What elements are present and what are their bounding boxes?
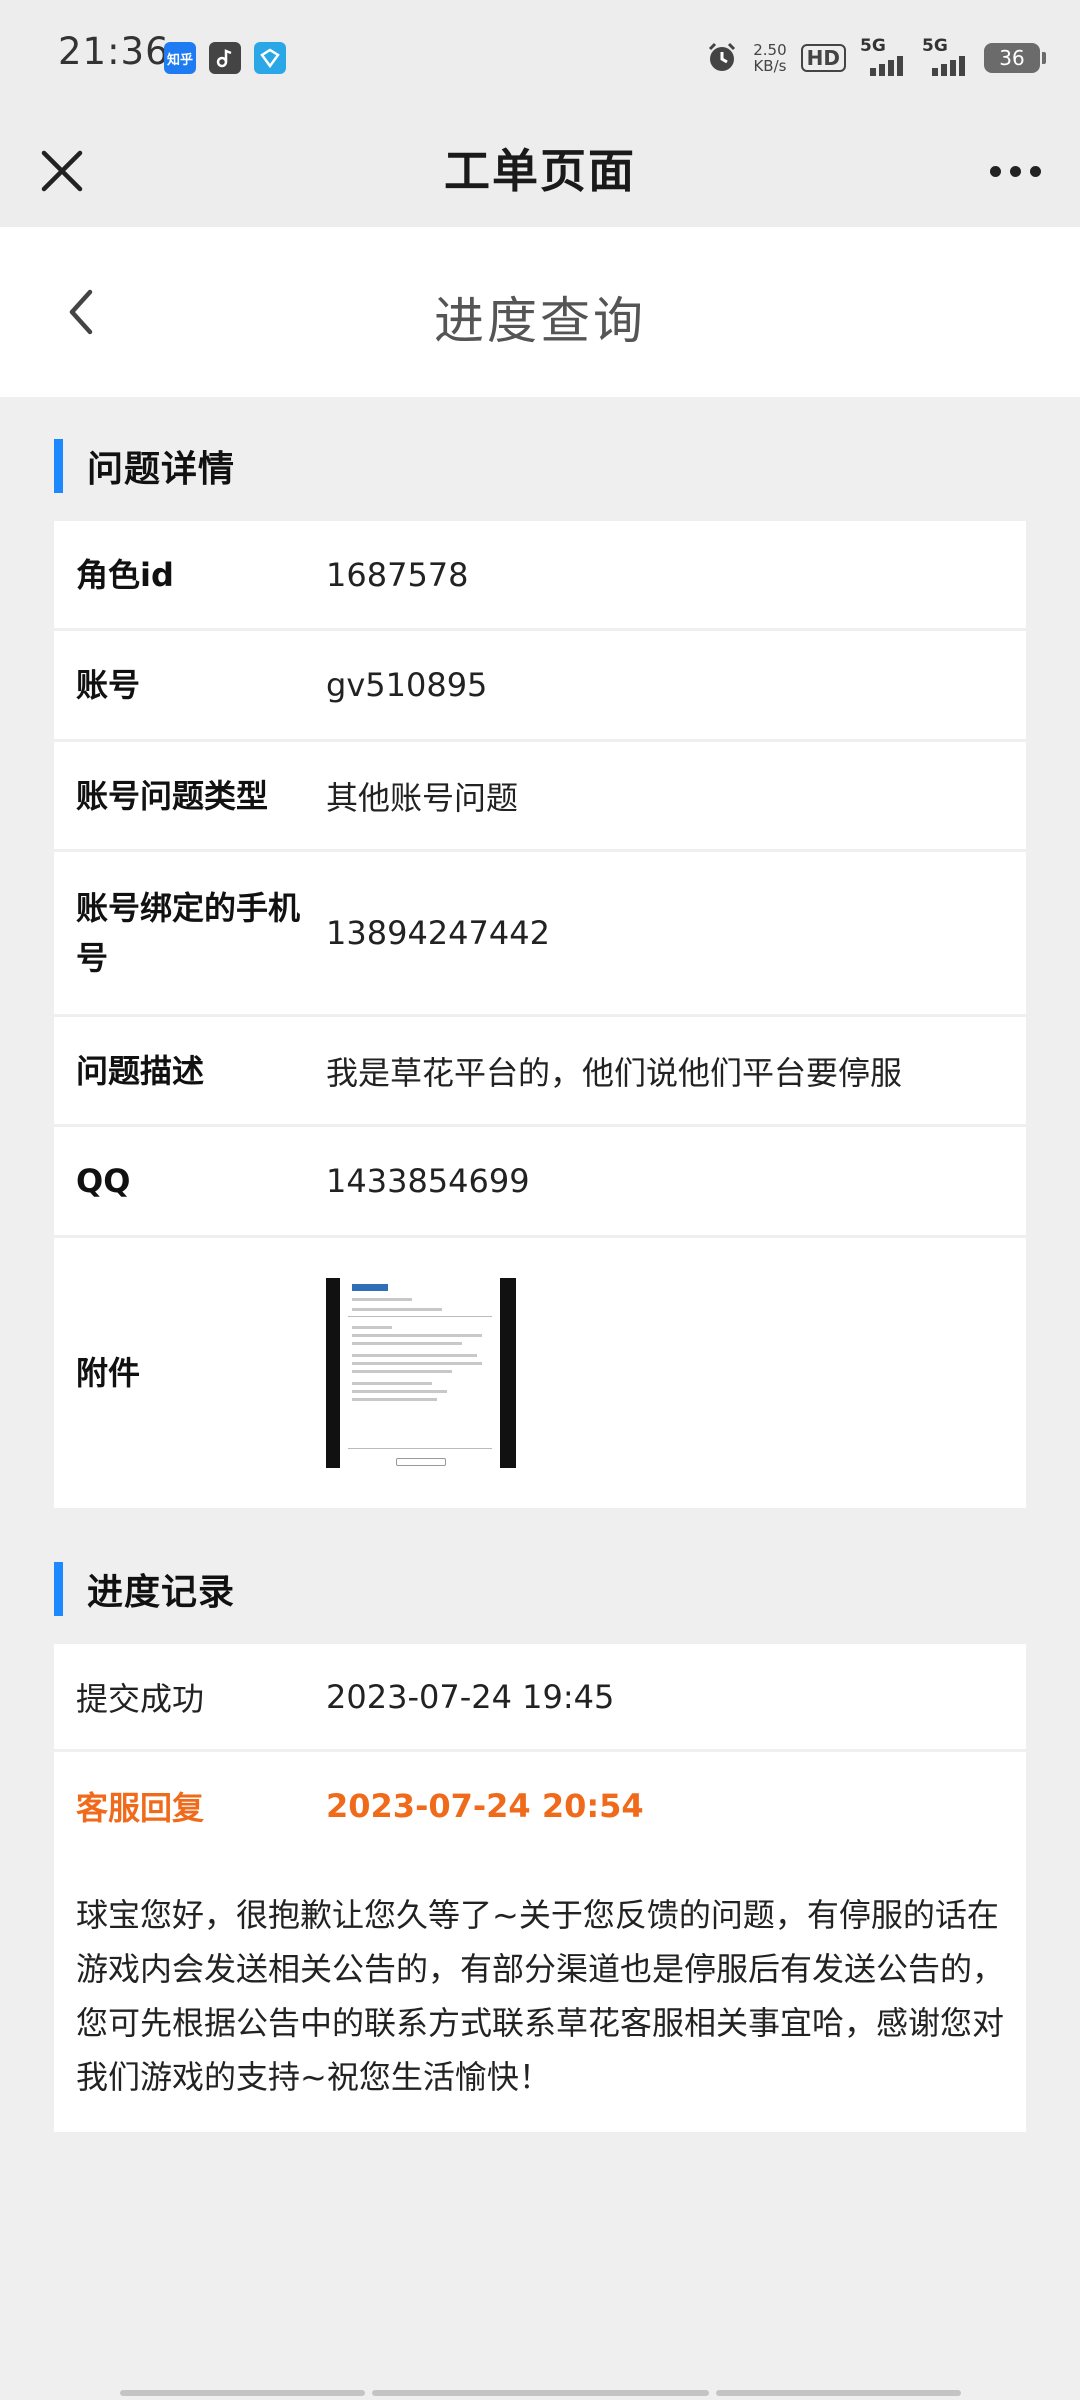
- clock: 21:36: [58, 30, 170, 73]
- zhihu-icon: 知乎: [164, 42, 196, 74]
- details-section-header: 问题详情: [54, 438, 235, 494]
- network-speed: 2.50 KB/s: [753, 41, 787, 75]
- music-note-icon: [209, 42, 241, 74]
- travel-app-icon: [254, 42, 286, 74]
- detail-label: 账号绑定的手机号: [76, 889, 301, 977]
- more-options-button[interactable]: [980, 139, 1050, 203]
- detail-label: 账号: [76, 666, 141, 704]
- reply-time: 2023-07-24 20:54: [326, 1787, 644, 1825]
- section-accent-bar: [54, 439, 63, 493]
- app-bar-title: 工单页面: [444, 144, 636, 198]
- detail-row-account: 账号 gv510895: [54, 631, 1026, 742]
- detail-row-description: 问题描述 我是草花平台的，他们说他们平台要停服: [54, 1017, 1026, 1127]
- detail-row-problem-type: 账号问题类型 其他账号问题: [54, 742, 1026, 852]
- gesture-nav-bar: [0, 2386, 1080, 2400]
- alarm-icon: [709, 42, 736, 71]
- detail-label: 账号问题类型: [76, 776, 269, 815]
- app-bar: 工单页面: [0, 115, 1080, 227]
- progress-section-header: 进度记录: [54, 1561, 235, 1617]
- detail-label: QQ: [76, 1162, 131, 1200]
- detail-value: 1433854699: [326, 1162, 530, 1200]
- more-dot-icon: [1029, 165, 1041, 177]
- detail-value: 其他账号问题: [326, 778, 519, 817]
- detail-value: 我是草花平台的，他们说他们平台要停服: [326, 1053, 903, 1092]
- attachment-screenshot-image: [340, 1278, 500, 1468]
- detail-value: gv510895: [326, 666, 488, 704]
- signal-sim2-icon: 5G: [922, 36, 970, 76]
- progress-card: 提交成功 2023-07-24 19:45 客服回复 2023-07-24 20…: [54, 1644, 1026, 2132]
- details-section-title: 问题详情: [87, 449, 236, 490]
- status-bar: 21:36 知乎 2.50 KB/s HD 5G 5G 36: [0, 0, 1080, 115]
- progress-row-reply: 客服回复 2023-07-24 20:54: [54, 1752, 1026, 1860]
- battery-icon: 36: [984, 43, 1046, 73]
- hd-voice-icon: HD: [800, 44, 846, 72]
- reply-label: 客服回复: [76, 1789, 205, 1827]
- nav-hint-segment: [716, 2390, 961, 2396]
- reply-message: 球宝您好，很抱歉让您久等了~关于您反馈的问题，有停服的话在游戏内会发送相关公告的…: [76, 1896, 1005, 2096]
- page-title: 进度查询: [434, 292, 646, 350]
- detail-value: 13894247442: [326, 914, 550, 952]
- page-header: 进度查询: [0, 227, 1080, 397]
- more-dot-icon: [989, 165, 1001, 177]
- detail-row-role-id: 角色id 1687578: [54, 521, 1026, 631]
- detail-row-bound-phone: 账号绑定的手机号 13894247442: [54, 852, 1026, 1017]
- progress-row-submitted: 提交成功 2023-07-24 19:45: [54, 1644, 1026, 1752]
- attachment-thumbnail[interactable]: [326, 1278, 516, 1468]
- section-accent-bar: [54, 1562, 63, 1616]
- nav-hint-segment: [372, 2390, 709, 2396]
- detail-row-qq: QQ 1433854699: [54, 1127, 1026, 1238]
- detail-row-attachment: 附件: [54, 1238, 1026, 1508]
- progress-label: 提交成功: [76, 1679, 205, 1718]
- detail-label: 问题描述: [76, 1051, 205, 1090]
- detail-value: 1687578: [326, 555, 469, 594]
- more-dot-icon: [1009, 165, 1021, 177]
- detail-label: 附件: [76, 1354, 141, 1392]
- signal-sim1-icon: 5G: [860, 36, 908, 76]
- progress-time: 2023-07-24 19:45: [326, 1677, 615, 1716]
- nav-hint-segment: [120, 2390, 365, 2396]
- details-card: 角色id 1687578 账号 gv510895 账号问题类型 其他账号问题 账…: [54, 521, 1026, 1508]
- detail-label: 角色id: [76, 555, 174, 594]
- progress-section-title: 进度记录: [87, 1572, 236, 1613]
